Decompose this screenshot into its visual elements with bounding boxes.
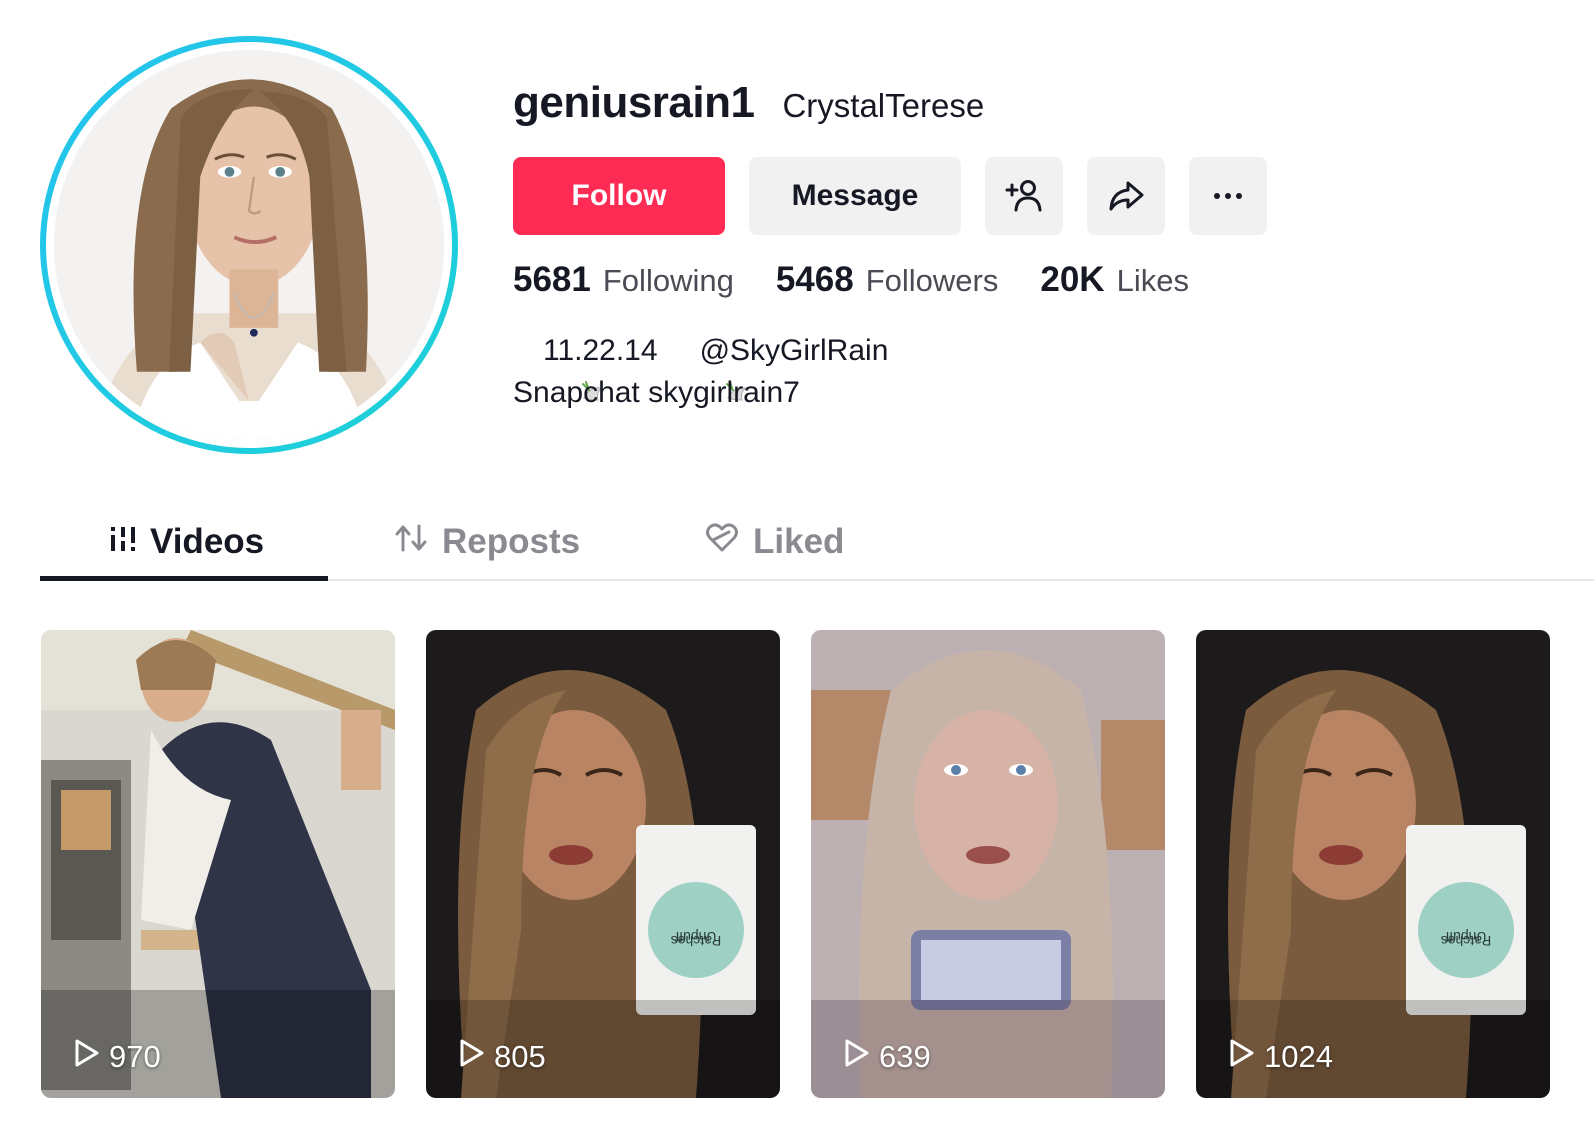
more-button[interactable]	[1189, 157, 1267, 235]
play-icon	[843, 1038, 871, 1076]
play-icon	[73, 1038, 101, 1076]
video-thumbnail: Unpuff Patches	[1196, 630, 1550, 1098]
action-buttons: Follow Message	[513, 157, 1267, 235]
avatar[interactable]	[40, 36, 458, 454]
bio: 11.22.14 @SkyGirlRain Snapchat skygirlra…	[513, 330, 888, 414]
video-card[interactable]: 970	[41, 630, 395, 1098]
bio-handle-link[interactable]: @SkyGirlRain	[700, 330, 889, 372]
view-count: 639	[843, 1038, 931, 1076]
avatar-photo	[54, 50, 444, 440]
tab-videos-label: Videos	[150, 522, 265, 561]
video-card[interactable]: 639	[811, 630, 1165, 1098]
video-thumbnail: Unpuff Patches	[426, 630, 780, 1098]
heart-icon	[705, 522, 739, 563]
view-count: 1024	[1228, 1038, 1333, 1076]
svg-text:Patches: Patches	[671, 933, 722, 949]
play-icon	[1228, 1038, 1256, 1076]
tab-reposts[interactable]: Reposts	[394, 505, 580, 579]
username: geniusrain1	[513, 78, 755, 127]
tab-liked[interactable]: Liked	[705, 505, 844, 579]
stat-likes: 20K Likes	[1040, 260, 1189, 300]
svg-text:Patches: Patches	[1441, 933, 1492, 949]
active-tab-indicator	[40, 576, 328, 581]
dove-emoji-icon	[658, 336, 748, 401]
video-card[interactable]: Unpuff Patches 805	[426, 630, 780, 1098]
name-row: geniusrain1 CrystalTerese	[513, 78, 984, 128]
stat-following[interactable]: 5681 Following	[513, 260, 734, 300]
profile-page: geniusrain1 CrystalTerese Follow Message	[0, 0, 1594, 1148]
view-count-text: 1024	[1264, 1039, 1333, 1074]
bio-date: 11.22.14	[543, 334, 658, 367]
followers-count: 5468	[775, 260, 854, 299]
tab-liked-label: Liked	[753, 522, 845, 561]
more-icon	[1208, 176, 1248, 216]
likes-count: 20K	[1040, 260, 1105, 299]
bio-line-2: Snapchat skygirlrain7	[513, 376, 800, 409]
dove-emoji-icon	[513, 336, 604, 401]
bio-line-1: 11.22.14 @SkyGirlRain	[513, 330, 889, 401]
repost-icon	[394, 522, 428, 563]
view-count-text: 805	[494, 1039, 546, 1074]
video-card[interactable]: Unpuff Patches 1024	[1196, 630, 1550, 1098]
view-count: 970	[73, 1038, 161, 1076]
message-button[interactable]: Message	[749, 157, 961, 235]
add-friend-button[interactable]	[985, 157, 1063, 235]
grid-icon	[110, 522, 136, 562]
view-count-text: 970	[109, 1039, 161, 1074]
add-friend-icon	[1004, 176, 1044, 216]
follow-button[interactable]: Follow	[513, 157, 725, 235]
stat-followers[interactable]: 5468 Followers	[776, 260, 999, 300]
stats: 5681 Following 5468 Followers 20K Likes	[513, 260, 1189, 300]
video-grid: 970 Unpuff Patches 805 639 Unpuff Patche…	[41, 630, 1550, 1098]
share-button[interactable]	[1087, 157, 1165, 235]
video-thumbnail	[811, 630, 1165, 1098]
view-count: 805	[458, 1038, 546, 1076]
nickname: CrystalTerese	[782, 87, 985, 124]
following-label: Following	[602, 263, 734, 298]
following-count: 5681	[513, 260, 591, 299]
video-thumbnail	[41, 630, 395, 1098]
view-count-text: 639	[879, 1039, 931, 1074]
followers-label: Followers	[865, 263, 999, 298]
tab-videos[interactable]: Videos	[110, 505, 264, 579]
play-icon	[458, 1038, 486, 1076]
likes-label: Likes	[1116, 263, 1189, 298]
share-icon	[1106, 176, 1146, 216]
profile-tabs: Videos Reposts Liked	[40, 505, 1594, 581]
tab-reposts-label: Reposts	[442, 522, 581, 561]
